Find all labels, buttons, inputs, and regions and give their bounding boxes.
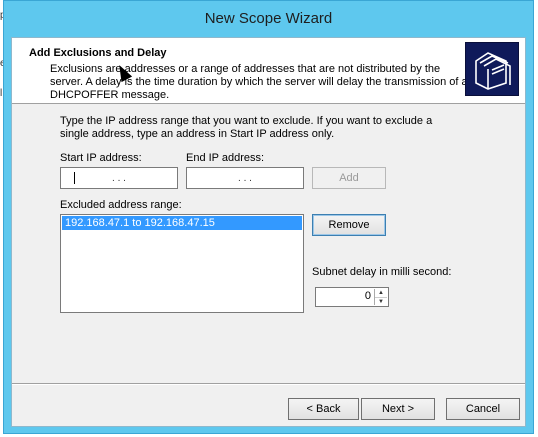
remove-button[interactable]: Remove [312,214,386,236]
page-description: Exclusions are addresses or a range of a… [50,63,468,101]
wizard-header: Add Exclusions and Delay Exclusions are … [12,38,525,104]
new-scope-wizard-window: New Scope Wizard Add Exclusions and Dela… [3,0,534,434]
text-caret [74,172,75,184]
end-ip-label: End IP address: [186,152,265,164]
page-title: Add Exclusions and Delay [29,47,167,59]
excluded-range-list[interactable]: 192.168.47.1 to 192.168.47.15 [60,214,304,313]
wizard-client-area: Add Exclusions and Delay Exclusions are … [11,37,526,427]
next-button[interactable]: Next > [361,398,435,420]
window-title[interactable]: New Scope Wizard [4,1,533,37]
subnet-delay-value: 0 [364,290,371,302]
folders-icon [465,42,519,96]
start-ip-value: . . . [112,172,126,184]
spin-down-icon[interactable]: ▼ [375,298,387,306]
start-ip-field[interactable]: . . . [60,167,178,189]
excluded-range-label: Excluded address range: [60,199,182,211]
spin-up-icon[interactable]: ▲ [375,289,387,298]
cancel-button[interactable]: Cancel [446,398,520,420]
instructions-text: Type the IP address range that you want … [60,115,433,140]
end-ip-value: . . . [238,172,252,184]
subnet-delay-spinner[interactable]: 0 ▲ ▼ [315,287,389,307]
spinner-buttons: ▲ ▼ [374,289,387,305]
list-item[interactable]: 192.168.47.1 to 192.168.47.15 [62,216,302,230]
edge-fragment: l [0,88,3,99]
footer-divider [12,383,525,385]
end-ip-field[interactable]: . . . [186,167,304,189]
start-ip-label: Start IP address: [60,152,142,164]
subnet-delay-label: Subnet delay in milli second: [312,266,452,278]
back-button[interactable]: < Back [288,398,359,420]
add-button[interactable]: Add [312,167,386,189]
